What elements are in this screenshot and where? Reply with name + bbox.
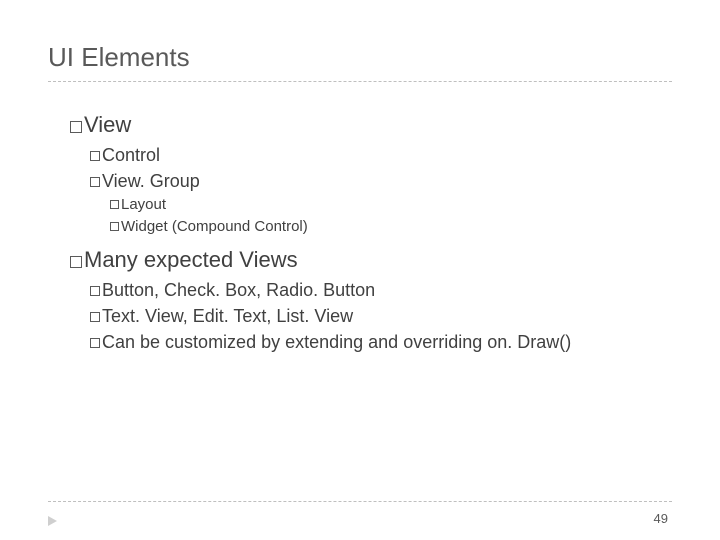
bullet-layout: Layout: [110, 194, 672, 217]
bullet-text: Text. View, Edit. Text, List. View: [102, 306, 353, 326]
bullet-many: Many expected Views: [70, 245, 672, 275]
square-bullet-icon: [90, 177, 100, 187]
square-bullet-icon: [90, 312, 100, 322]
bullet-button-line: Button, Check. Box, Radio. Button: [90, 277, 672, 303]
square-bullet-icon: [90, 286, 100, 296]
slide-content: View Control View. Group Layout Widget (…: [48, 110, 672, 355]
bullet-text: Button, Check. Box, Radio. Button: [102, 280, 375, 300]
bullet-text-line: Text. View, Edit. Text, List. View: [90, 303, 672, 329]
square-bullet-icon: [110, 200, 119, 209]
bullet-text: Can be customized by extending and overr…: [102, 332, 571, 352]
slide-title: UI Elements: [48, 42, 672, 81]
bullet-view: View: [70, 110, 672, 140]
footer-arrow-icon: [48, 516, 57, 526]
bullet-text: Control: [102, 145, 160, 165]
footer-divider: [48, 501, 672, 502]
square-bullet-icon: [70, 256, 82, 268]
bullet-text: View: [84, 112, 131, 137]
square-bullet-icon: [110, 222, 119, 231]
bullet-text: View. Group: [102, 171, 200, 191]
title-divider: [48, 81, 672, 82]
bullet-widget: Widget (Compound Control): [110, 216, 672, 239]
bullet-text: Layout: [121, 196, 166, 213]
bullet-text: Widget (Compound Control): [121, 218, 308, 235]
bullet-viewgroup: View. Group: [90, 168, 672, 194]
bullet-text: Many expected Views: [84, 247, 298, 272]
bullet-can-line: Can be customized by extending and overr…: [90, 329, 672, 355]
square-bullet-icon: [90, 338, 100, 348]
bullet-control: Control: [90, 142, 672, 168]
page-number: 49: [654, 511, 668, 526]
square-bullet-icon: [90, 151, 100, 161]
square-bullet-icon: [70, 121, 82, 133]
